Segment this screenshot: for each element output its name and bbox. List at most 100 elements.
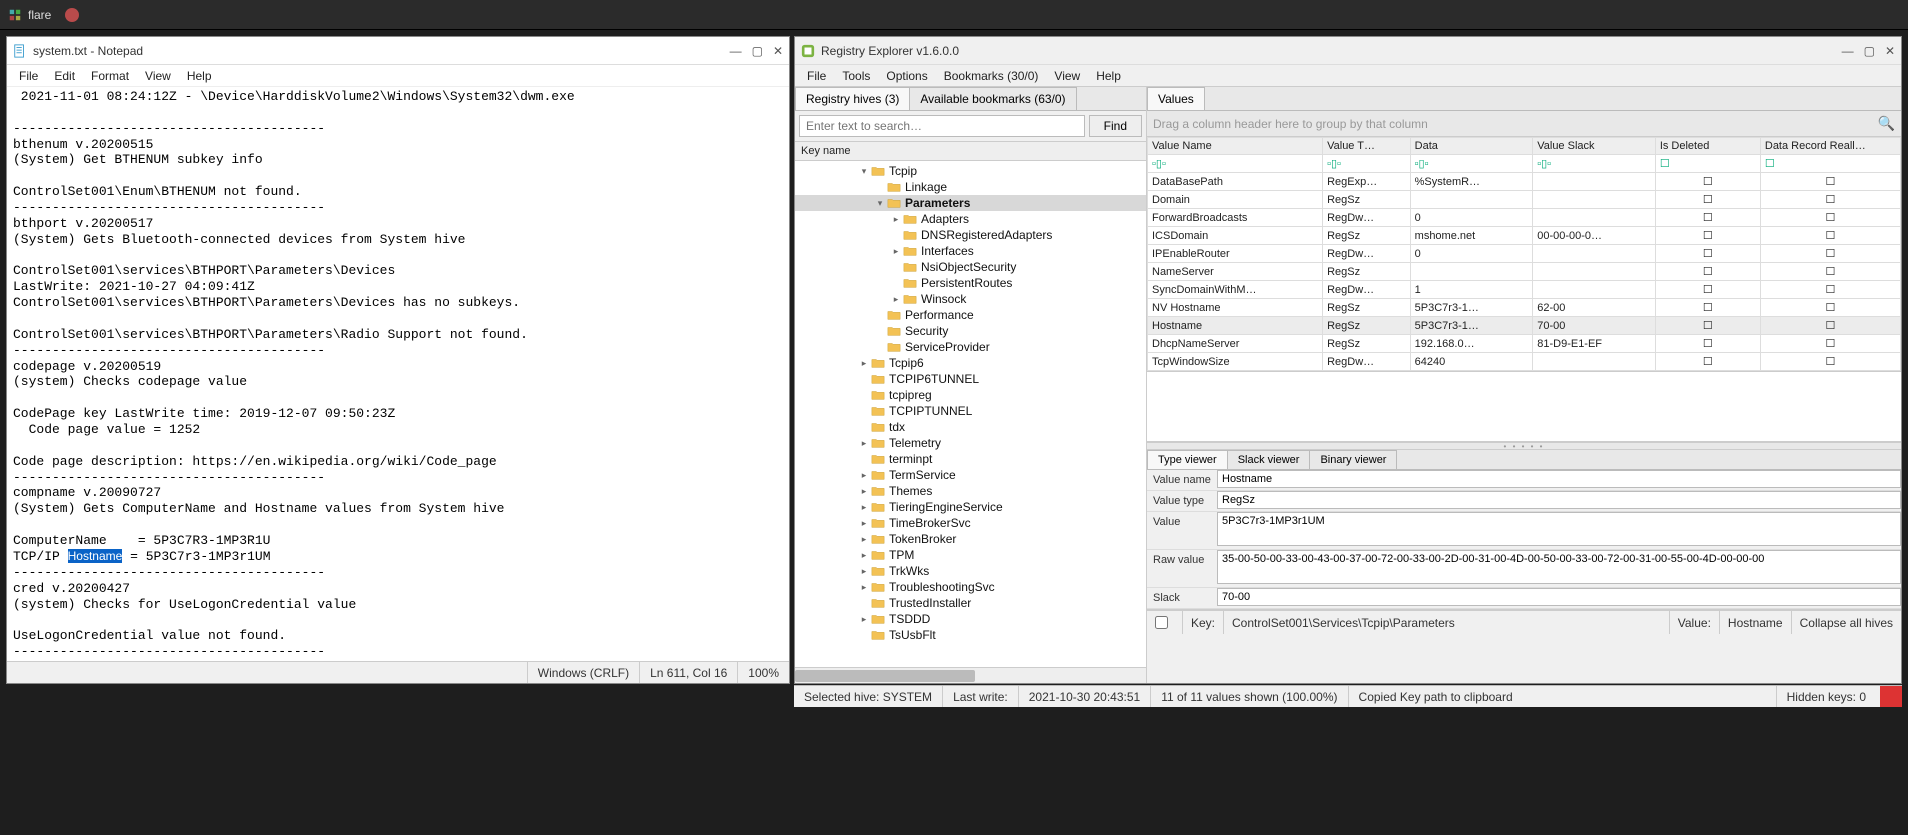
notepad-titlebar[interactable]: system.txt - Notepad — ▢ ✕ [7, 37, 789, 65]
tree-node[interactable]: ▸TermService [795, 467, 1146, 483]
tree-node[interactable]: TrustedInstaller [795, 595, 1146, 611]
tree-node[interactable]: Linkage [795, 179, 1146, 195]
tree-hscrollbar[interactable] [795, 667, 1146, 683]
grid-row[interactable]: ICSDomainRegSzmshome.net00-00-00-0…☐☐ [1148, 227, 1901, 245]
taskbar-close-icon[interactable] [65, 8, 79, 22]
tab-type-viewer[interactable]: Type viewer [1147, 450, 1228, 469]
tree-node[interactable]: terminpt [795, 451, 1146, 467]
maximize-button[interactable]: ▢ [1864, 44, 1875, 58]
col-header[interactable]: Data Record Reall… [1760, 138, 1900, 155]
minimize-button[interactable]: — [1842, 44, 1854, 58]
col-header[interactable]: Data [1410, 138, 1533, 155]
search-icon[interactable]: 🔍 [1878, 115, 1895, 132]
detail-value[interactable]: 5P3C7r3-1MP3r1UM [1217, 512, 1901, 546]
minimize-button[interactable]: — [730, 44, 742, 58]
tree-node[interactable]: ▸Adapters [795, 211, 1146, 227]
detail-value-type[interactable] [1217, 491, 1901, 509]
detail-slack[interactable] [1217, 588, 1901, 606]
key-path-bar: Key: ControlSet001\Services\Tcpip\Parame… [1147, 610, 1901, 634]
grid-row[interactable]: ForwardBroadcastsRegDw…0☐☐ [1148, 209, 1901, 227]
tree-node[interactable]: ▸Telemetry [795, 435, 1146, 451]
viewer-panel: Type viewerSlack viewerBinary viewer Val… [1147, 450, 1901, 610]
menu-bookmarks-[interactable]: Bookmarks (30/0) [938, 67, 1045, 85]
menu-help[interactable]: Help [1090, 67, 1127, 85]
grid-row[interactable]: SyncDomainWithM…RegDw…1☐☐ [1148, 281, 1901, 299]
tree-search-input[interactable] [799, 115, 1085, 137]
tree-node[interactable]: TCPIPTUNNEL [795, 403, 1146, 419]
tree-node[interactable]: ▸TPM [795, 547, 1146, 563]
grid-row[interactable]: TcpWindowSizeRegDw…64240☐☐ [1148, 353, 1901, 371]
detail-value-name[interactable] [1217, 470, 1901, 488]
grid-row[interactable]: DhcpNameServerRegSz192.168.0…81-D9-E1-EF… [1148, 335, 1901, 353]
find-button[interactable]: Find [1089, 115, 1142, 137]
grid-row[interactable]: DomainRegSz☐☐ [1148, 191, 1901, 209]
tree-node[interactable]: ▾Tcpip [795, 163, 1146, 179]
tab-values[interactable]: Values [1147, 87, 1205, 110]
close-button[interactable]: ✕ [1885, 44, 1895, 58]
tree-node[interactable]: ServiceProvider [795, 339, 1146, 355]
tree-node[interactable]: tcpipreg [795, 387, 1146, 403]
hive-tree-pane: Registry hives (3)Available bookmarks (6… [795, 87, 1147, 683]
menu-help[interactable]: Help [181, 67, 218, 85]
tree-node[interactable]: ▸TSDDD [795, 611, 1146, 627]
status-indicator-icon[interactable] [1880, 686, 1902, 707]
key-checkbox[interactable] [1155, 616, 1168, 629]
tree-node[interactable]: ▸Tcpip6 [795, 355, 1146, 371]
notepad-text-area[interactable]: 2021-11-01 08:24:12Z - \Device\HarddiskV… [7, 87, 789, 661]
collapse-all-button[interactable]: Collapse all hives [1791, 611, 1901, 634]
menu-format[interactable]: Format [85, 67, 135, 85]
tab-slack-viewer[interactable]: Slack viewer [1227, 450, 1311, 469]
detail-raw-value[interactable]: 35-00-50-00-33-00-43-00-37-00-72-00-33-0… [1217, 550, 1901, 584]
tree-node[interactable]: ▸Winsock [795, 291, 1146, 307]
close-button[interactable]: ✕ [773, 44, 783, 58]
regexp-titlebar[interactable]: Registry Explorer v1.6.0.0 — ▢ ✕ [795, 37, 1901, 65]
regexp-statusbar: Selected hive: SYSTEM Last write: 2021-1… [794, 685, 1902, 707]
menu-file[interactable]: File [801, 67, 832, 85]
grid-row[interactable]: IPEnableRouterRegDw…0☐☐ [1148, 245, 1901, 263]
grid-row[interactable]: DataBasePathRegExp…%SystemR…☐☐ [1148, 173, 1901, 191]
regexp-menubar: FileToolsOptions Bookmarks (30/0)ViewHelp [795, 65, 1901, 87]
grid-row[interactable]: HostnameRegSz5P3C7r3-1…70-00☐☐ [1148, 317, 1901, 335]
tree-node[interactable]: TCPIP6TUNNEL [795, 371, 1146, 387]
group-header[interactable]: Drag a column header here to group by th… [1147, 111, 1901, 137]
tree-node[interactable]: ▸TroubleshootingSvc [795, 579, 1146, 595]
notepad-statusbar: Windows (CRLF) Ln 611, Col 16 100% [7, 661, 789, 683]
tree-node[interactable]: Performance [795, 307, 1146, 323]
menu-tools[interactable]: Tools [836, 67, 876, 85]
menu-view[interactable]: View [1048, 67, 1086, 85]
menu-view[interactable]: View [139, 67, 177, 85]
menu-file[interactable]: File [13, 67, 44, 85]
tree-node[interactable]: ▸Interfaces [795, 243, 1146, 259]
tree-node[interactable]: ▸TimeBrokerSvc [795, 515, 1146, 531]
tree-node[interactable]: ▸TieringEngineService [795, 499, 1146, 515]
tree-column-header[interactable]: Key name [795, 142, 1146, 161]
grid-row[interactable]: NV HostnameRegSz5P3C7r3-1…62-00☐☐ [1148, 299, 1901, 317]
tab-binary-viewer[interactable]: Binary viewer [1309, 450, 1397, 469]
tab-available-bookmarks-[interactable]: Available bookmarks (63/0) [909, 87, 1076, 110]
menu-edit[interactable]: Edit [48, 67, 81, 85]
tree-node[interactable]: PersistentRoutes [795, 275, 1146, 291]
tree-node[interactable]: ▸TokenBroker [795, 531, 1146, 547]
col-header[interactable]: Value T… [1323, 138, 1411, 155]
status-clipboard: Copied Key path to clipboard [1348, 686, 1776, 707]
tree-node[interactable]: ▾Parameters [795, 195, 1146, 211]
registry-tree[interactable]: ▾TcpipLinkage▾Parameters▸AdaptersDNSRegi… [795, 161, 1146, 667]
grid-row[interactable]: NameServerRegSz☐☐ [1148, 263, 1901, 281]
maximize-button[interactable]: ▢ [752, 44, 763, 58]
tree-node[interactable]: ▸TrkWks [795, 563, 1146, 579]
tree-node[interactable]: DNSRegisteredAdapters [795, 227, 1146, 243]
col-header[interactable]: Value Slack [1533, 138, 1656, 155]
splitter[interactable]: • • • • • [1147, 442, 1901, 450]
tree-node[interactable]: tdx [795, 419, 1146, 435]
tree-node[interactable]: NsiObjectSecurity [795, 259, 1146, 275]
tree-node[interactable]: Security [795, 323, 1146, 339]
values-grid[interactable]: Value NameValue T…DataValue SlackIs Dele… [1147, 137, 1901, 372]
tree-node[interactable]: TsUsbFlt [795, 627, 1146, 643]
tab-registry-hives-[interactable]: Registry hives (3) [795, 87, 910, 110]
menu-options[interactable]: Options [880, 67, 933, 85]
status-encoding: Windows (CRLF) [527, 662, 639, 683]
tree-node[interactable]: ▸Themes [795, 483, 1146, 499]
col-header[interactable]: Is Deleted [1655, 138, 1760, 155]
col-header[interactable]: Value Name [1148, 138, 1323, 155]
notepad-window: system.txt - Notepad — ▢ ✕ FileEditForma… [6, 36, 790, 684]
